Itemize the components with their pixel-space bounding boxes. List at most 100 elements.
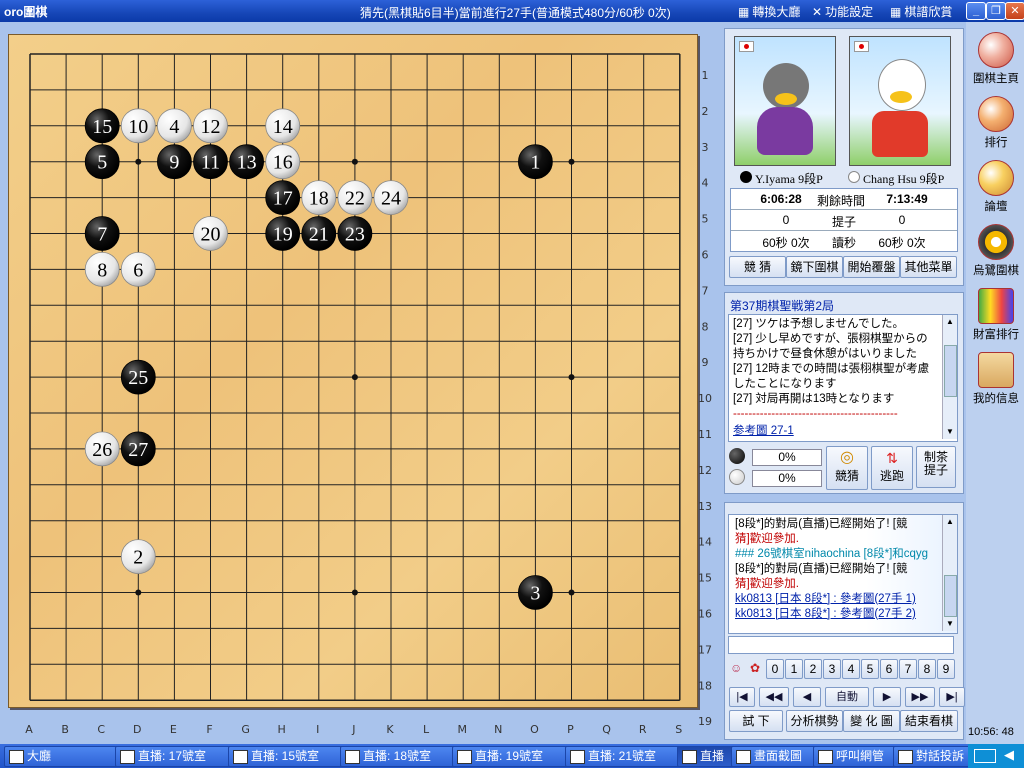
scroll-up-icon[interactable]: ▲	[943, 315, 957, 329]
column-label: L	[423, 723, 430, 736]
black-guess-percent: 0%	[752, 449, 822, 466]
end-watching-button[interactable]: 結束看棋	[900, 710, 958, 732]
task-lobby[interactable]: 大廳	[4, 746, 132, 767]
scroll-thumb[interactable]	[944, 345, 957, 397]
white-time: 7:13:49	[886, 192, 928, 206]
black-player-avatar	[734, 36, 836, 166]
row-label: 10	[698, 392, 712, 405]
number-key-2[interactable]: 2	[804, 659, 822, 679]
white-captures: 0	[898, 213, 906, 227]
game-records-button[interactable]: ▦ 棋譜欣賞	[890, 3, 952, 20]
chat-log[interactable]: [8段*]的對局(直播)已經開始了! [競 猜]歡迎參加. ### 26號棋室n…	[728, 514, 958, 634]
number-key-4[interactable]: 4	[842, 659, 860, 679]
penguin-beak-icon	[775, 93, 797, 105]
last-move-button[interactable]: ▶|	[939, 687, 965, 707]
analyze-button[interactable]: 分析棋勢	[786, 710, 843, 732]
scroll-thumb[interactable]	[944, 575, 957, 617]
chat-input[interactable]	[728, 636, 954, 654]
number-key-9[interactable]: 9	[937, 659, 955, 679]
fast-forward-button[interactable]: ▶▶	[905, 687, 935, 707]
fast-back-button[interactable]: ◀◀	[759, 687, 789, 707]
commentary-line: [27] 少し早めですが、張栩棋聖からの	[733, 333, 928, 345]
chat-scrollbar[interactable]: ▲ ▼	[942, 515, 957, 631]
task-live-17[interactable]: 直播: 17號室	[115, 746, 245, 767]
column-label: M	[457, 723, 467, 736]
sidebar-item-go-home[interactable]: 圍棋主頁	[972, 32, 1020, 86]
column-label: Q	[602, 723, 611, 736]
capture-tea-button[interactable]: 制茶提子	[916, 446, 956, 488]
try-move-button[interactable]: 試 下	[729, 710, 783, 732]
number-key-6[interactable]: 6	[880, 659, 898, 679]
close-button[interactable]: ✕	[1005, 2, 1024, 20]
other-menu-button[interactable]: 其他菜單	[900, 256, 957, 278]
commentary-line: 持ちかけで昼食休憩がはいりました	[733, 348, 917, 360]
sidebar-item-wealth-ranking[interactable]: 財富排行	[972, 288, 1020, 342]
chat-message[interactable]: ### 26號棋室nihaochina [8段*]和cqyg	[735, 547, 935, 562]
minimize-button[interactable]: _	[966, 2, 986, 20]
commentary-line: [27] ツケは予想しませんでした。	[733, 318, 904, 330]
number-key-1[interactable]: 1	[785, 659, 803, 679]
column-label: B	[61, 723, 69, 736]
column-label: N	[494, 723, 502, 736]
auto-play-button[interactable]: 自動	[825, 687, 869, 707]
coins-icon: ◎	[840, 449, 854, 466]
task-live-21[interactable]: 直播: 21號室	[565, 746, 695, 767]
number-key-8[interactable]: 8	[918, 659, 936, 679]
variation-button[interactable]: 變 化 圖	[843, 710, 900, 732]
scroll-down-icon[interactable]: ▼	[943, 617, 957, 631]
column-label: J	[351, 723, 355, 736]
reference-diagram-link[interactable]: 参考圖 27-1	[733, 424, 939, 439]
bet-button[interactable]: ◎ 競猜	[826, 446, 868, 490]
chat-message: 猜]歡迎參加.	[735, 533, 799, 545]
number-key-0[interactable]: 0	[766, 659, 784, 679]
sidebar-item-my-info[interactable]: 我的信息	[972, 352, 1020, 406]
number-key-5[interactable]: 5	[861, 659, 879, 679]
monitor-icon[interactable]	[974, 749, 996, 763]
flower-icon[interactable]: ✿	[750, 661, 764, 675]
speaker-icon[interactable]: ◀	[1004, 747, 1014, 763]
bird-body-icon	[872, 111, 928, 157]
row-label: 11	[698, 428, 712, 441]
japan-flag-icon	[854, 41, 869, 52]
column-label: E	[170, 723, 177, 736]
row-label: 17	[698, 643, 712, 656]
chat-message: [8段*]的對局(直播)已經開始了! [競	[735, 563, 908, 575]
maximize-button[interactable]: ❐	[986, 2, 1006, 20]
emoji-icon[interactable]: ☺	[730, 661, 744, 675]
task-live-18[interactable]: 直播: 18號室	[340, 746, 470, 767]
penguin-body-icon	[757, 107, 813, 155]
row-label: 16	[698, 608, 712, 621]
back-button[interactable]: ◀	[793, 687, 821, 707]
column-label: D	[133, 723, 141, 736]
sidebar-item-forum[interactable]: 論壇	[972, 160, 1020, 214]
task-live-19[interactable]: 直播: 19號室	[452, 746, 582, 767]
bars-icon	[978, 288, 1014, 324]
sidebar-item-ranking[interactable]: 排行	[972, 96, 1020, 150]
scroll-down-icon[interactable]: ▼	[943, 425, 957, 439]
black-player-name: Y.Iyama 9段P	[755, 172, 823, 186]
escape-button[interactable]: ⇅ 逃跑	[871, 446, 913, 490]
start-review-button[interactable]: 開始覆盤	[843, 256, 900, 278]
sidebar-item-wulu-go[interactable]: 烏鷺圍棋	[972, 224, 1020, 278]
guess-button[interactable]: 競 猜	[729, 256, 786, 278]
switch-lobby-button[interactable]: ▦ 轉換大廳	[738, 3, 800, 20]
scroll-up-icon[interactable]: ▲	[943, 515, 957, 529]
row-label: 12	[698, 464, 712, 477]
settings-button[interactable]: ✕ 功能設定	[812, 3, 873, 20]
mirror-go-button[interactable]: 鏡下圍棋	[786, 256, 843, 278]
row-label: 9	[702, 356, 709, 369]
japan-flag-icon	[739, 41, 754, 52]
chat-message[interactable]: kk0813 [日本 8段*] : 參考圖(27手 1)	[735, 592, 935, 607]
bird-beak-icon	[890, 91, 912, 103]
commentary-box[interactable]: [27] ツケは予想しませんでした。 [27] 少し早めですが、張栩棋聖からの …	[728, 314, 958, 442]
column-label: K	[386, 723, 394, 736]
commentary-scrollbar[interactable]: ▲ ▼	[942, 315, 957, 439]
first-move-button[interactable]: |◀	[729, 687, 755, 707]
number-key-7[interactable]: 7	[899, 659, 917, 679]
forward-button[interactable]: ▶	[873, 687, 901, 707]
row-label: 18	[698, 679, 712, 692]
commentary-line: [27] 対局再開は13時となります	[733, 393, 895, 405]
number-key-3[interactable]: 3	[823, 659, 841, 679]
task-live-15[interactable]: 直播: 15號室	[228, 746, 358, 767]
chat-message[interactable]: kk0813 [日本 8段*] : 參考圖(27手 2)	[735, 607, 935, 622]
